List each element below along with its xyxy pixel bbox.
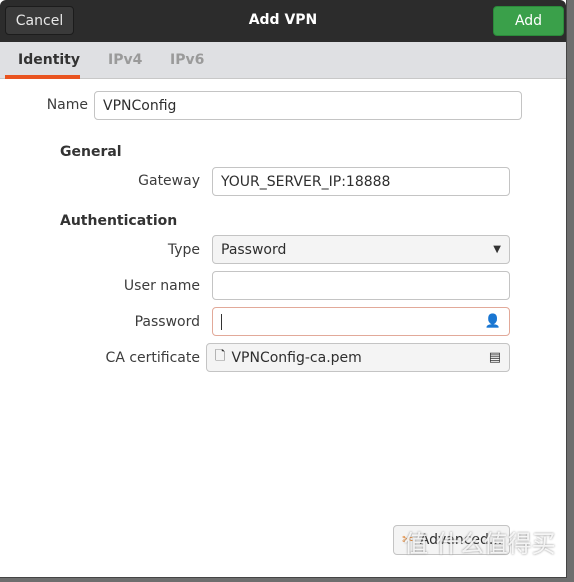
- gateway-value: YOUR_SERVER_IP:18888: [221, 173, 391, 190]
- advanced-label: Advanced...: [419, 532, 503, 548]
- document-icon: ▤: [488, 350, 501, 365]
- name-input[interactable]: VPNConfig: [94, 91, 522, 120]
- active-tab-indicator: [5, 75, 80, 79]
- add-button[interactable]: Add: [493, 6, 564, 36]
- ca-certificate-value: VPNConfig-ca.pem: [231, 349, 362, 366]
- type-label: Type: [167, 242, 200, 258]
- type-value: Password: [221, 241, 287, 258]
- tools-icon: ✂: [402, 532, 414, 548]
- name-label: Name: [46, 97, 88, 113]
- authentication-heading: Authentication: [60, 213, 178, 229]
- user-info-icon[interactable]: 👤: [485, 314, 501, 329]
- gateway-label: Gateway: [138, 173, 200, 189]
- tab-bar: Identity IPv4 IPv6: [0, 42, 566, 79]
- tab-identity[interactable]: Identity: [18, 52, 80, 68]
- add-vpn-dialog: Cancel Add VPN Add Identity IPv4 IPv6 Na…: [0, 0, 567, 578]
- header-bar: Cancel Add VPN Add: [0, 0, 566, 42]
- username-label: User name: [123, 278, 200, 294]
- type-dropdown[interactable]: Password ▼: [212, 235, 510, 264]
- password-label: Password: [134, 314, 200, 330]
- advanced-button[interactable]: ✂ Advanced...: [393, 525, 510, 555]
- chevron-down-icon: ▼: [493, 244, 501, 255]
- ca-certificate-label: CA certificate: [105, 350, 200, 366]
- ca-certificate-chooser[interactable]: 🗋 VPNConfig-ca.pem ▤: [206, 343, 510, 372]
- password-input[interactable]: 👤: [212, 307, 510, 336]
- file-icon: 🗋: [215, 348, 226, 364]
- tab-ipv4[interactable]: IPv4: [108, 52, 142, 68]
- general-heading: General: [60, 144, 122, 160]
- username-input[interactable]: [212, 271, 510, 300]
- dialog-title: Add VPN: [248, 12, 318, 28]
- tab-ipv6[interactable]: IPv6: [170, 52, 204, 68]
- text-cursor: [221, 313, 222, 330]
- name-value: VPNConfig: [103, 97, 177, 114]
- gateway-input[interactable]: YOUR_SERVER_IP:18888: [212, 167, 510, 196]
